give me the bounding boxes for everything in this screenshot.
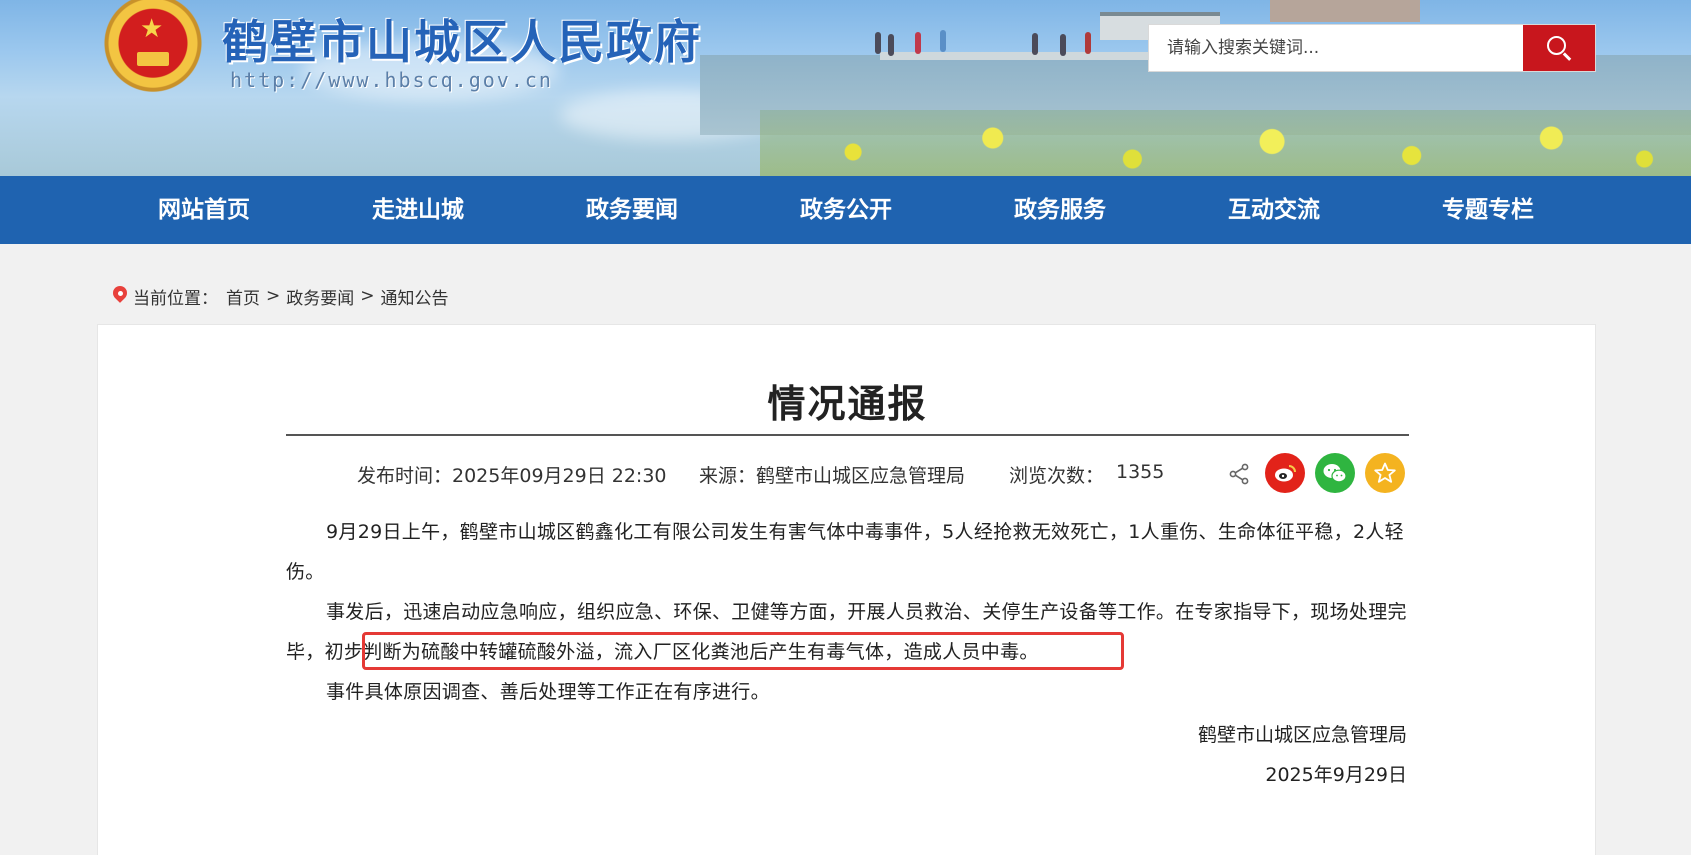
share-icon[interactable] (1228, 463, 1250, 485)
nav-item-home[interactable]: 网站首页 (104, 176, 304, 244)
breadcrumb-label: 当前位置： (133, 288, 218, 309)
breadcrumb-home-link[interactable]: 首页 (226, 284, 260, 309)
breadcrumb-separator: > (360, 286, 375, 306)
article-title: 情况通报 (767, 382, 928, 426)
breadcrumb-news-link[interactable]: 政务要闻 (286, 284, 354, 309)
search-box (1148, 24, 1596, 72)
article-source: 来源：鹤壁市山城区应急管理局 (699, 465, 966, 487)
person-figure (1032, 33, 1038, 55)
publish-time: 发布时间：2025年09月29日 22:30 (357, 465, 667, 487)
location-pin-icon (110, 283, 130, 306)
tiananmen-gate-shape (137, 52, 169, 66)
rapeseed-flowers-scenery (760, 110, 1691, 176)
signature-date: 2025年9月29日 (1265, 764, 1407, 786)
person-figure (940, 30, 946, 52)
view-count-value: 1355 (1116, 461, 1165, 483)
article-card: 情况通报 发布时间：2025年09月29日 22:30 来源：鹤壁市山城区应急管… (97, 324, 1596, 855)
article-paragraph: 事件具体原因调查、善后处理等工作正在有序进行。 (326, 681, 770, 703)
main-nav: 网站首页 走进山城 政务要闻 政务公开 政务服务 互动交流 专题专栏 (0, 176, 1691, 244)
person-figure (915, 32, 921, 54)
wechat-icon[interactable] (1315, 453, 1355, 493)
breadcrumb: 当前位置： 首页 > 政务要闻 > 通知公告 (110, 281, 449, 311)
person-figure (875, 32, 881, 54)
search-button[interactable] (1523, 25, 1595, 71)
header-banner: ★ 鹤壁市山城区人民政府 http://www.hbscq.gov.cn (0, 0, 1691, 176)
pier-scenery (880, 52, 1170, 60)
title-divider (286, 434, 1409, 436)
search-icon (1547, 36, 1572, 61)
breadcrumb-separator: > (266, 286, 281, 306)
site-url: http://www.hbscq.gov.cn (230, 68, 553, 92)
person-figure (1085, 32, 1091, 54)
search-input[interactable] (1149, 25, 1523, 71)
article-paragraph: 事发后，迅速启动应急响应，组织应急、环保、卫健等方面，开展人员救治、关停生产设备… (286, 601, 1407, 663)
signature-organization: 鹤壁市山城区应急管理局 (1197, 724, 1407, 746)
person-figure (1060, 34, 1066, 56)
view-count-label: 浏览次数： (1009, 465, 1105, 487)
building-scenery (1270, 0, 1420, 22)
weibo-icon[interactable] (1265, 453, 1305, 493)
favorite-star-icon[interactable] (1365, 453, 1405, 493)
nav-item-interaction[interactable]: 互动交流 (1174, 176, 1374, 244)
nav-item-government-disclosure[interactable]: 政务公开 (746, 176, 946, 244)
star-icon: ★ (140, 14, 164, 44)
breadcrumb-notices-link[interactable]: 通知公告 (381, 284, 449, 309)
article-paragraph: 9月29日上午，鹤壁市山城区鹤鑫化工有限公司发生有害气体中毒事件，5人经抢救无效… (286, 521, 1404, 583)
nav-item-government-news[interactable]: 政务要闻 (532, 176, 732, 244)
site-title[interactable]: 鹤壁市山城区人民政府 (222, 6, 702, 72)
nav-item-government-services[interactable]: 政务服务 (960, 176, 1160, 244)
nav-item-about-shancheng[interactable]: 走进山城 (318, 176, 518, 244)
person-figure (888, 34, 894, 56)
nav-item-special-topics[interactable]: 专题专栏 (1388, 176, 1588, 244)
national-emblem-logo: ★ (104, 0, 202, 96)
